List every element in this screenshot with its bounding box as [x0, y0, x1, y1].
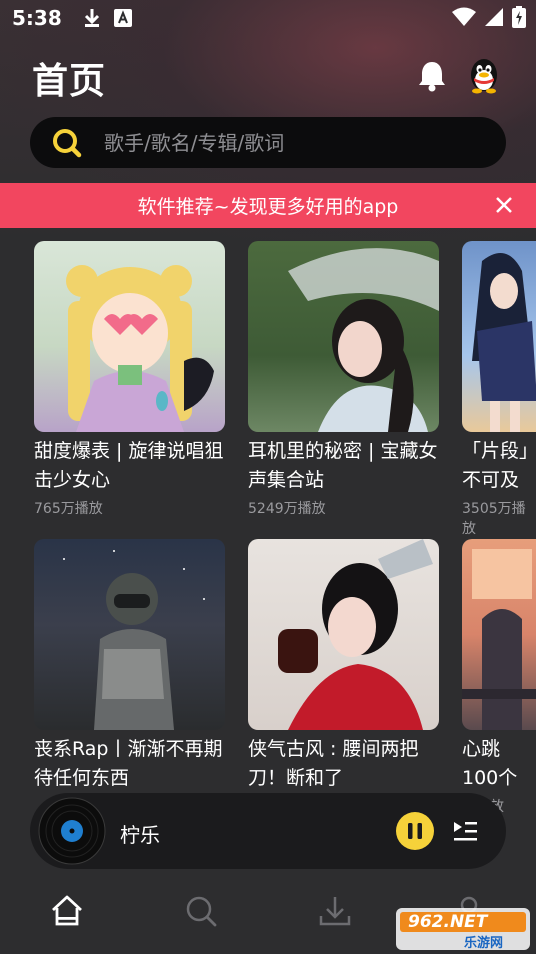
playlist-title: 耳机里的秘密 | 宝藏女声集合站 [248, 440, 438, 491]
pause-icon [408, 823, 422, 839]
playlist-title: 甜度爆表 | 旋律说唱狙击少女心 [34, 440, 224, 491]
anime-room-illustration [462, 549, 536, 730]
notification-app-icon [113, 9, 132, 27]
watermark-subtext: 乐游网 [464, 936, 504, 951]
home-icon[interactable] [50, 894, 84, 928]
playlist-cover [462, 539, 536, 730]
status-bar: 5:38 [0, 0, 536, 36]
playlist-cover [248, 539, 439, 730]
bell-icon[interactable] [417, 60, 447, 92]
download-tab-icon[interactable] [318, 894, 352, 928]
watermark-text: 962.NET [408, 912, 488, 932]
play-count: 5249万播放 [248, 501, 326, 517]
playlist-cover [34, 241, 225, 432]
playlist-card[interactable]: 「片段」不可及 3505万播放 [462, 241, 536, 538]
playlist-card[interactable]: 耳机里的秘密 | 宝藏女声集合站 5249万播放 [248, 241, 439, 518]
play-count: 765万播放 [34, 501, 103, 517]
playlist-card[interactable]: 甜度爆表 | 旋律说唱狙击少女心 765万播放 [34, 241, 225, 518]
site-watermark-logo: 962.NET 乐游网 [394, 904, 532, 952]
signal-icon [485, 8, 503, 26]
playlist-card[interactable]: 侠气古风 : 腰间两把刀！断和了 [248, 539, 439, 796]
playlist-title: 丧系Rap丨渐渐不再期待任何东西 [34, 738, 223, 789]
woman-umbrella-photo [288, 248, 439, 432]
playlist-card[interactable]: 心跳100个甜蜜悦 万播放 [462, 539, 536, 816]
page-title: 首页 [32, 61, 107, 102]
anime-schoolgirl-illustration [472, 253, 536, 432]
header: 首页 [32, 52, 504, 104]
playlist-title: 侠气古风 : 腰间两把刀！断和了 [248, 738, 419, 789]
search-icon [53, 128, 82, 157]
playlist-title: 「片段」不可及 [462, 440, 529, 491]
anime-girl-illustration [66, 265, 214, 432]
download-icon [84, 9, 99, 27]
search-tab-icon[interactable] [184, 894, 218, 928]
playlist-card[interactable]: 丧系Rap丨渐渐不再期待任何东西 [34, 539, 225, 796]
banner-text: 软件推荐~发现更多好用的app [137, 196, 399, 218]
play-count: 3505万播放 [462, 501, 526, 537]
wifi-icon [452, 7, 476, 26]
search-input[interactable] [104, 130, 464, 155]
playlist-cover [34, 539, 225, 730]
close-icon[interactable] [494, 195, 514, 215]
playlist-title: 心跳100个甜蜜悦 [462, 738, 518, 789]
battery-charging-icon [512, 6, 526, 28]
woman-red-dress-photo [278, 539, 433, 730]
promo-banner[interactable]: 软件推荐~发现更多好用的app [0, 183, 536, 228]
qq-avatar-icon[interactable] [468, 58, 500, 94]
vinyl-disc-icon [38, 797, 106, 865]
pause-button[interactable] [396, 812, 434, 850]
playlist-cover [248, 241, 439, 432]
playlist-queue-icon[interactable] [452, 819, 478, 843]
astronaut-photo [63, 550, 205, 730]
mini-player[interactable]: 柠乐 [30, 793, 506, 869]
now-playing-title: 柠乐 [120, 823, 160, 847]
status-time: 5:38 [12, 6, 62, 30]
playlist-cover [462, 241, 536, 432]
search-bar[interactable] [30, 117, 506, 168]
